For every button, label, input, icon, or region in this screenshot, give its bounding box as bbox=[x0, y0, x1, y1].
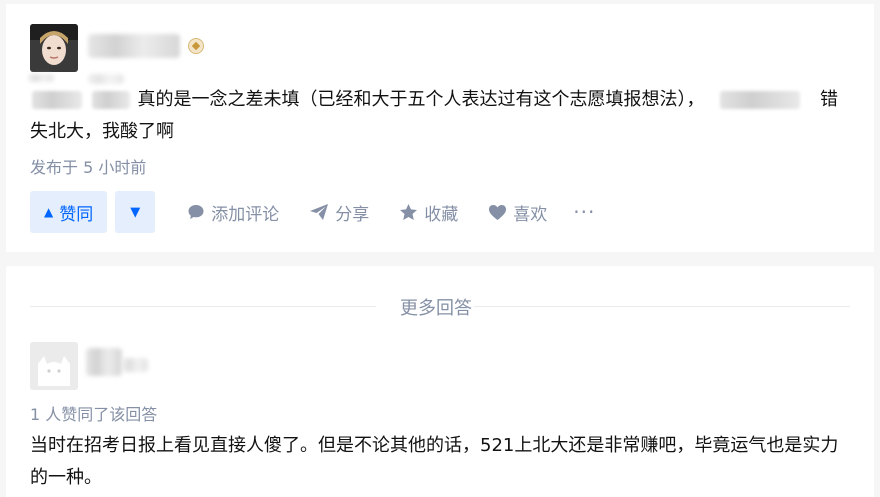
answer-content: 真的是一念之差未填（已经和大于五个人表达过有这个志愿填报想法）， 错失北大，我酸… bbox=[30, 84, 850, 148]
paper-plane-icon bbox=[310, 204, 329, 220]
published-time[interactable]: 发布于 5 小时前 bbox=[30, 154, 146, 178]
author-name-redacted bbox=[122, 358, 148, 372]
more-answers-label: 更多回答 bbox=[400, 298, 472, 319]
redacted-mark bbox=[28, 74, 54, 82]
upvote-label: 赞同 bbox=[59, 204, 94, 225]
like-button[interactable]: 喜欢 bbox=[488, 200, 547, 225]
upvote-info[interactable]: 1 人赞同了该回答 bbox=[30, 401, 157, 425]
star-icon bbox=[400, 204, 418, 220]
answer-text-start: 真的是一念之差未填（已经和大于五个人表达过有这个志愿填报想法）， bbox=[137, 89, 705, 110]
more-answers-divider: 更多回答 bbox=[30, 298, 850, 319]
divider-line bbox=[30, 306, 376, 307]
more-answers-card: 更多回答 1 人赞同了该回答 当时在招考日报上看见直接人傻了。但是不论其他的话，… bbox=[6, 266, 874, 497]
favorite-label: 收藏 bbox=[424, 204, 459, 225]
redacted-text bbox=[720, 91, 801, 109]
share-label: 分享 bbox=[335, 204, 370, 225]
author-avatar[interactable] bbox=[30, 24, 78, 72]
triangle-up-icon: ▲ bbox=[44, 205, 54, 219]
redacted-text bbox=[32, 91, 82, 109]
ellipsis-icon[interactable]: ··· bbox=[573, 200, 595, 224]
triangle-down-icon: ▼ bbox=[130, 204, 141, 220]
like-label: 喜欢 bbox=[513, 204, 548, 225]
comment-button[interactable]: 添加评论 bbox=[187, 200, 279, 225]
upvote-button[interactable]: ▲ 赞同 bbox=[30, 191, 108, 233]
author-name-redacted[interactable] bbox=[88, 34, 180, 58]
divider-line bbox=[474, 306, 850, 307]
comment-bubble-icon bbox=[188, 205, 204, 219]
action-bar: ▲ 赞同 ▼ 添加评论 分享 收藏 喜欢 ··· bbox=[30, 191, 595, 233]
redacted-text bbox=[91, 91, 130, 109]
downvote-button[interactable]: ▼ bbox=[115, 191, 156, 233]
comment-label: 添加评论 bbox=[211, 204, 280, 225]
heart-icon bbox=[489, 204, 507, 220]
answer-content: 当时在招考日报上看见直接人傻了。但是不论其他的话，521上北大还是非常赚吧，毕竟… bbox=[30, 435, 839, 488]
badge-icon bbox=[188, 38, 204, 54]
answer-card: 真的是一念之差未填（已经和大于五个人表达过有这个志愿填报想法）， 错失北大，我酸… bbox=[6, 4, 874, 252]
share-button[interactable]: 分享 bbox=[309, 200, 369, 225]
author-avatar[interactable] bbox=[30, 342, 78, 390]
favorite-button[interactable]: 收藏 bbox=[399, 200, 458, 225]
redacted-mark bbox=[88, 74, 124, 84]
author-name-redacted[interactable] bbox=[86, 348, 122, 376]
